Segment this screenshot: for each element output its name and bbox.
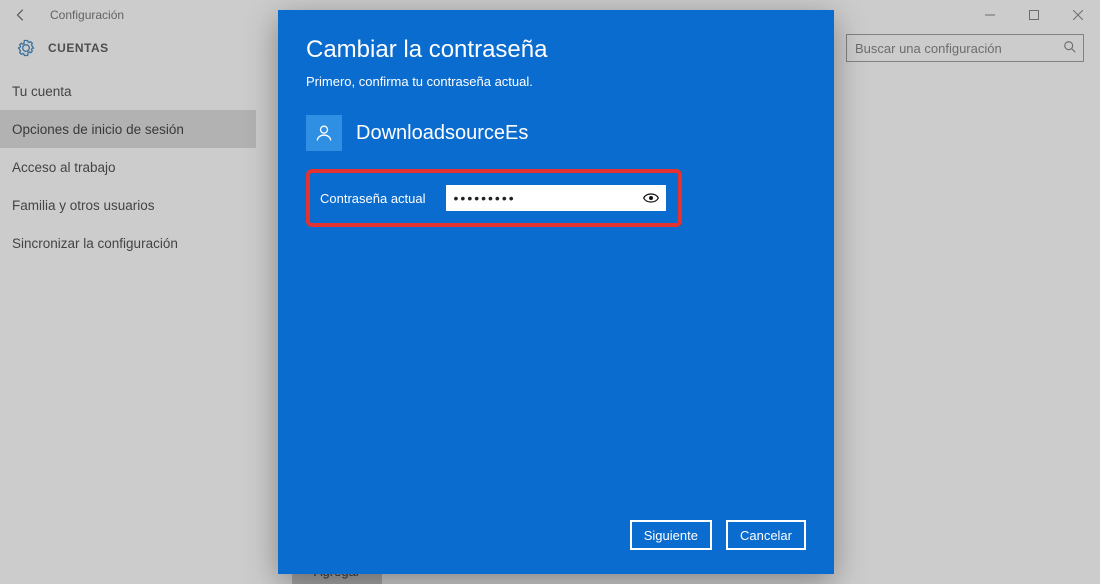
- person-icon: [314, 123, 334, 143]
- reveal-password-button[interactable]: [640, 185, 662, 211]
- password-input[interactable]: [446, 185, 666, 211]
- settings-window: Configuración CUENTAS Buscar una configu…: [0, 0, 1100, 584]
- avatar: [306, 115, 342, 151]
- cancel-button[interactable]: Cancelar: [726, 520, 806, 550]
- next-button[interactable]: Siguiente: [630, 520, 712, 550]
- next-button-label: Siguiente: [644, 528, 698, 543]
- password-input-wrap: [446, 185, 666, 211]
- dialog-buttons: Siguiente Cancelar: [306, 520, 806, 556]
- username: DownloadsourceEs: [356, 122, 528, 145]
- eye-icon: [643, 192, 659, 204]
- dialog-subtitle: Primero, confirma tu contraseña actual.: [306, 74, 806, 89]
- highlight-box: Contraseña actual: [306, 169, 682, 227]
- change-password-dialog: Cambiar la contraseña Primero, confirma …: [278, 10, 834, 574]
- cancel-button-label: Cancelar: [740, 528, 792, 543]
- dialog-title: Cambiar la contraseña: [306, 36, 806, 64]
- password-label: Contraseña actual: [320, 191, 426, 206]
- user-row: DownloadsourceEs: [306, 115, 806, 151]
